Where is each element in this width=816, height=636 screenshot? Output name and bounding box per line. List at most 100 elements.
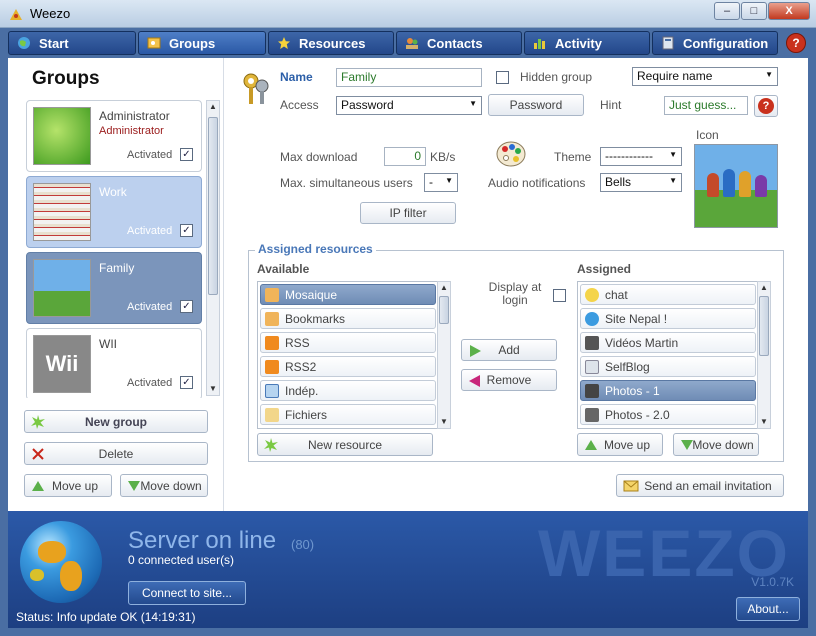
list-item[interactable]: RSS (260, 332, 436, 353)
list-item[interactable]: Fichiers (260, 404, 436, 425)
max-users-select[interactable]: - (424, 173, 458, 192)
photo-icon (585, 408, 599, 422)
group-item-administrator[interactable]: Administrator Administrator Activated ✓ (26, 100, 202, 172)
maximize-button[interactable]: □ (741, 2, 767, 20)
group-settings-panel: Name Family Hidden group Require name Ac… (228, 58, 816, 511)
assigned-resources-section: Assigned resources Available Assigned Mo… (248, 242, 784, 462)
ip-filter-button[interactable]: IP filter (360, 202, 456, 224)
tab-groups-label: Groups (169, 35, 216, 51)
list-item[interactable]: Photos - 2.0 (580, 404, 756, 425)
burst-icon (264, 438, 278, 452)
tab-resources-label: Resources (299, 35, 366, 51)
arrow-right-icon (470, 345, 481, 357)
list-item[interactable]: SelfBlog (580, 356, 756, 377)
send-email-invitation-button[interactable]: Send an email invitation (616, 474, 784, 497)
remove-label: Remove (486, 373, 532, 387)
tab-groups[interactable]: Groups (138, 31, 266, 55)
group-list-scrollbar[interactable]: ▲ ▼ (206, 100, 220, 396)
group-icon-image[interactable] (694, 144, 778, 228)
password-button[interactable]: Password (488, 94, 584, 116)
list-item-label: Indép. (285, 383, 319, 398)
window-title: Weezo (30, 6, 71, 21)
new-resource-button[interactable]: New resource (257, 433, 433, 456)
tab-start-label: Start (39, 35, 69, 51)
hint-label: Hint (600, 98, 622, 112)
scroll-down-arrow-icon[interactable]: ▼ (438, 416, 450, 428)
audio-notifications-select[interactable]: Bells (600, 173, 682, 192)
close-button[interactable]: X (768, 2, 810, 20)
group-move-up-button[interactable]: Move up (24, 474, 112, 497)
title-bar: Weezo – □ X (0, 0, 816, 28)
hidden-group-checkbox[interactable] (496, 71, 509, 84)
list-item[interactable]: Photos - 1 (580, 380, 756, 401)
keys-icon (243, 73, 269, 104)
group-item-wii[interactable]: Wii WII Activated ✓ (26, 328, 202, 398)
scroll-up-arrow-icon[interactable]: ▲ (438, 282, 450, 294)
list-item[interactable]: Indép. (260, 380, 436, 401)
list-item[interactable]: Mosaique (260, 284, 436, 305)
group-activated-checkbox[interactable]: ✓ (180, 300, 193, 313)
theme-select[interactable]: ------------ (600, 147, 682, 166)
scrollbar-thumb[interactable] (439, 296, 449, 324)
scroll-down-arrow-icon[interactable]: ▼ (207, 383, 219, 395)
help-button[interactable]: ? (786, 33, 806, 53)
tab-start[interactable]: Start (8, 31, 136, 55)
tab-configuration[interactable]: Configuration (652, 31, 778, 55)
name-label: Name (280, 70, 313, 84)
groups-panel-title: Groups (32, 68, 100, 89)
tab-configuration-label: Configuration (683, 35, 769, 51)
hint-help-button[interactable]: ? (754, 95, 778, 117)
resource-move-down-button[interactable]: Move down (673, 433, 759, 456)
group-activated-checkbox[interactable]: ✓ (180, 376, 193, 389)
tab-activity-label: Activity (555, 35, 602, 51)
max-download-input[interactable]: 0 (384, 147, 426, 166)
hint-input[interactable]: Just guess... (664, 96, 748, 115)
group-item-work[interactable]: Work Activated ✓ (26, 176, 202, 248)
resource-move-up-button[interactable]: Move up (577, 433, 663, 456)
assigned-list-scrollbar[interactable]: ▲ ▼ (757, 281, 771, 429)
group-status: Activated (127, 225, 173, 237)
folder-icon (265, 408, 279, 422)
scroll-up-arrow-icon[interactable]: ▲ (207, 101, 219, 113)
list-item[interactable]: chat (580, 284, 756, 305)
arrow-up-icon (32, 481, 44, 491)
add-label: Add (498, 343, 520, 357)
display-at-login-checkbox[interactable] (553, 289, 566, 302)
theme-label: Theme (554, 150, 592, 164)
list-item[interactable]: RSS2 (260, 356, 436, 377)
list-item[interactable]: Bookmarks (260, 308, 436, 329)
tab-activity[interactable]: Activity (524, 31, 650, 55)
globe-icon (20, 521, 102, 603)
scroll-down-arrow-icon[interactable]: ▼ (758, 416, 770, 428)
list-item[interactable]: Vidéos Martin (580, 332, 756, 353)
require-select[interactable]: Require name (632, 67, 778, 86)
about-button[interactable]: About... (736, 597, 800, 621)
groups-panel: Groups Administrator Administrator Activ… (8, 58, 224, 511)
group-name: Family (99, 261, 135, 275)
group-name-input[interactable]: Family (336, 68, 482, 87)
available-label: Available (257, 262, 310, 276)
minimize-button[interactable]: – (714, 2, 740, 20)
scrollbar-thumb[interactable] (759, 296, 769, 356)
mosaique-icon (265, 288, 279, 302)
add-resource-button[interactable]: Add (461, 339, 557, 361)
list-item-label: Mosaique (285, 287, 338, 302)
available-list-scrollbar[interactable]: ▲ ▼ (437, 281, 451, 429)
app-icon (10, 9, 22, 20)
remove-resource-button[interactable]: Remove (461, 369, 557, 391)
delete-label: Delete (98, 446, 134, 461)
group-activated-checkbox[interactable]: ✓ (180, 224, 193, 237)
connect-to-site-button[interactable]: Connect to site... (128, 581, 246, 605)
delete-group-button[interactable]: Delete (24, 442, 208, 465)
scrollbar-thumb[interactable] (208, 117, 218, 295)
list-item[interactable]: Site Nepal ! (580, 308, 756, 329)
new-group-button[interactable]: New group (24, 410, 208, 433)
access-select[interactable]: Password (336, 96, 482, 115)
scroll-up-arrow-icon[interactable]: ▲ (758, 282, 770, 294)
tab-resources[interactable]: Resources (268, 31, 394, 55)
group-move-down-button[interactable]: Move down (120, 474, 208, 497)
group-item-family[interactable]: Family Activated ✓ (26, 252, 202, 324)
group-activated-checkbox[interactable]: ✓ (180, 148, 193, 161)
move-up-label: Move up (603, 437, 651, 452)
tab-contacts[interactable]: Contacts (396, 31, 522, 55)
